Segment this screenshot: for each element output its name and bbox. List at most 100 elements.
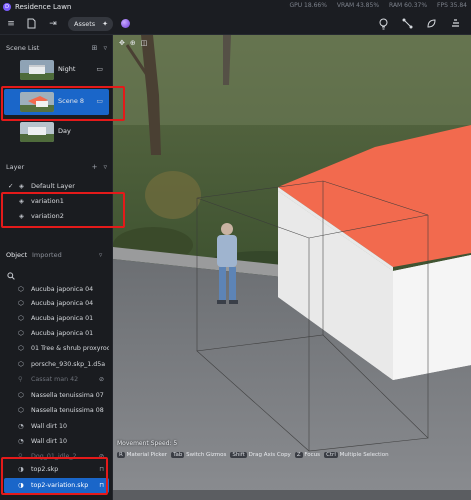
light-bulb-icon[interactable]: [377, 18, 389, 30]
cube-icon: ⬡: [18, 329, 24, 337]
hint-key: Tab: [171, 452, 185, 458]
object-label: Wall dirt 10: [31, 423, 68, 430]
tab-imported[interactable]: Imported: [32, 251, 62, 259]
hint-label: Switch Gizmos: [186, 452, 227, 458]
performance-stats: GPU 18.66% VRAM 43.85% RAM 60.37% FPS 35…: [289, 2, 467, 9]
object-label: top2-variation.skp: [31, 482, 89, 489]
toolbar: ≡ ⇥ Assets ✦: [0, 13, 471, 35]
list-item[interactable]: ⬡ Nassella tenuissima 08: [4, 403, 109, 418]
cube-icon: ⬡: [18, 406, 24, 414]
menu-icon[interactable]: ≡: [5, 18, 17, 30]
person-icon: ⚲: [18, 375, 23, 383]
object-label: porsche_930.skp_1.d5a: [31, 361, 106, 368]
move-icon[interactable]: ✥: [119, 39, 125, 47]
tab-object[interactable]: Object: [6, 251, 27, 259]
scene-thumbnail: [20, 60, 54, 80]
lock-icon[interactable]: ⊓: [99, 478, 104, 493]
globe-icon[interactable]: ⊕: [130, 39, 136, 47]
camera-icon[interactable]: ▭: [96, 97, 103, 105]
hint-label: Material Picker: [126, 452, 168, 458]
viewport-controls: ✥ ⊕ ◫: [119, 39, 147, 47]
shortcut-hints: R Material Picker Tab Switch Gizmos Shif…: [117, 452, 389, 458]
hint-multiple-selection: Ctrl Multiple Selection: [324, 452, 389, 458]
hint-key: Ctrl: [324, 452, 338, 458]
list-item-selected[interactable]: ◑ top2-variation.skp ⊓: [4, 478, 109, 493]
layers-icon: ◈: [19, 182, 24, 190]
filter-icon[interactable]: ▿: [99, 251, 102, 259]
hint-focus: Z Focus: [294, 452, 321, 458]
3d-viewport[interactable]: ✥ ⊕ ◫ Movement Speed: 5 R Material Picke…: [113, 35, 471, 500]
hint-key: Shift: [230, 452, 247, 458]
camera-icon[interactable]: ▭: [96, 65, 103, 73]
layer-item-variation2[interactable]: ◈ variation2: [0, 209, 113, 223]
assets-button[interactable]: Assets ✦: [68, 17, 113, 31]
list-item[interactable]: ◔ Wall dirt 10: [4, 419, 109, 434]
layers-icon: ◈: [19, 212, 24, 220]
scene-label: Night: [58, 65, 76, 73]
add-scene-icon[interactable]: ⊞: [92, 41, 98, 55]
hint-drag-axis-copy: Shift Drag Axis Copy: [230, 452, 291, 458]
hint-key: R: [117, 452, 125, 458]
layer-label: variation2: [31, 212, 64, 220]
cube-icon: ⬡: [18, 314, 24, 322]
title-bar: D Residence Lawn GPU 18.66% VRAM 43.85% …: [0, 0, 471, 13]
list-item[interactable]: ⬡ Aucuba japonica 01: [4, 311, 109, 326]
object-label: top2.skp: [31, 466, 59, 473]
layer-item-default[interactable]: ✓ ◈ Default Layer: [0, 179, 113, 193]
scene-render: [113, 35, 471, 500]
path-tool-icon[interactable]: [401, 18, 413, 30]
layer-header: Layer + ▿: [0, 160, 113, 174]
list-item[interactable]: ⚲ Cassat man 42 ⊘: [4, 372, 109, 387]
object-label: Aucuba japonica 01: [31, 330, 94, 337]
movement-speed: Movement Speed: 5: [117, 440, 178, 447]
layer-label: variation1: [31, 197, 64, 205]
add-layer-icon[interactable]: +: [92, 160, 98, 174]
scene-list-title: Scene List: [6, 44, 40, 52]
leaf-icon[interactable]: [425, 18, 437, 30]
fps-stat: FPS 35.84: [437, 2, 467, 9]
list-item[interactable]: ⬡ Nassella tenuissima 07: [4, 388, 109, 403]
import-icon[interactable]: ⇥: [47, 18, 59, 30]
lock-icon[interactable]: ⊓: [99, 462, 104, 477]
weather-icon[interactable]: [449, 18, 461, 30]
model-icon: ◑: [18, 465, 24, 473]
scene-item-scene-8[interactable]: Scene 8 ▭: [4, 89, 109, 115]
check-icon: ✓: [8, 182, 14, 190]
list-item[interactable]: ⬡ porsche_930.skp_1.d5a: [4, 357, 109, 372]
hidden-icon[interactable]: ⊘: [99, 372, 104, 387]
app-logo-icon: D: [3, 2, 11, 11]
object-label: Nassella tenuissima 07: [31, 392, 104, 399]
list-item[interactable]: ⬡ Aucuba japonica 04: [4, 296, 109, 311]
left-sidebar: Scene List ⊞ ▿ Night ▭ Scene 8 ▭ Day Lay…: [0, 35, 113, 500]
cube-icon: ⬡: [18, 299, 24, 307]
layer-menu-icon[interactable]: ▿: [103, 160, 107, 174]
cube-icon: ⬡: [18, 360, 24, 368]
object-label: Aucuba japonica 04: [31, 286, 94, 293]
search-icon[interactable]: [7, 272, 15, 282]
list-item[interactable]: ◔ Wall dirt 10: [4, 434, 109, 449]
object-label: Nassella tenuissima 08: [31, 407, 104, 414]
layer-item-variation1[interactable]: ◈ variation1: [0, 194, 113, 208]
layer-title: Layer: [6, 163, 25, 171]
object-label: Wall dirt 10: [31, 438, 68, 445]
new-file-icon[interactable]: [25, 18, 37, 30]
object-tabs: Object Imported ▿: [0, 248, 113, 262]
list-item[interactable]: ◑ top2.skp ⊓: [4, 462, 109, 477]
model-icon: ◑: [18, 481, 24, 489]
scene-item-day[interactable]: Day: [4, 119, 109, 145]
ram-stat: RAM 60.37%: [389, 2, 428, 9]
layers-icon: ◈: [19, 197, 24, 205]
scene-label: Scene 8: [58, 97, 85, 105]
scene-menu-icon[interactable]: ▿: [103, 41, 107, 55]
view-mode-icon[interactable]: ◫: [141, 39, 148, 47]
list-item[interactable]: ⬡ 01 Tree & shrub proxyroo...: [4, 341, 109, 356]
list-item[interactable]: ⬡ Aucuba japonica 04: [4, 282, 109, 297]
sparkle-icon: ✦: [102, 20, 108, 28]
assets-label: Assets: [74, 20, 96, 28]
ai-orb-icon[interactable]: [121, 19, 130, 28]
list-item[interactable]: ⬡ Aucuba japonica 01: [4, 326, 109, 341]
hint-label: Focus: [304, 452, 321, 458]
hint-switch-gizmos: Tab Switch Gizmos: [171, 452, 226, 458]
scene-item-night[interactable]: Night ▭: [4, 57, 109, 83]
scene-label: Day: [58, 127, 71, 135]
